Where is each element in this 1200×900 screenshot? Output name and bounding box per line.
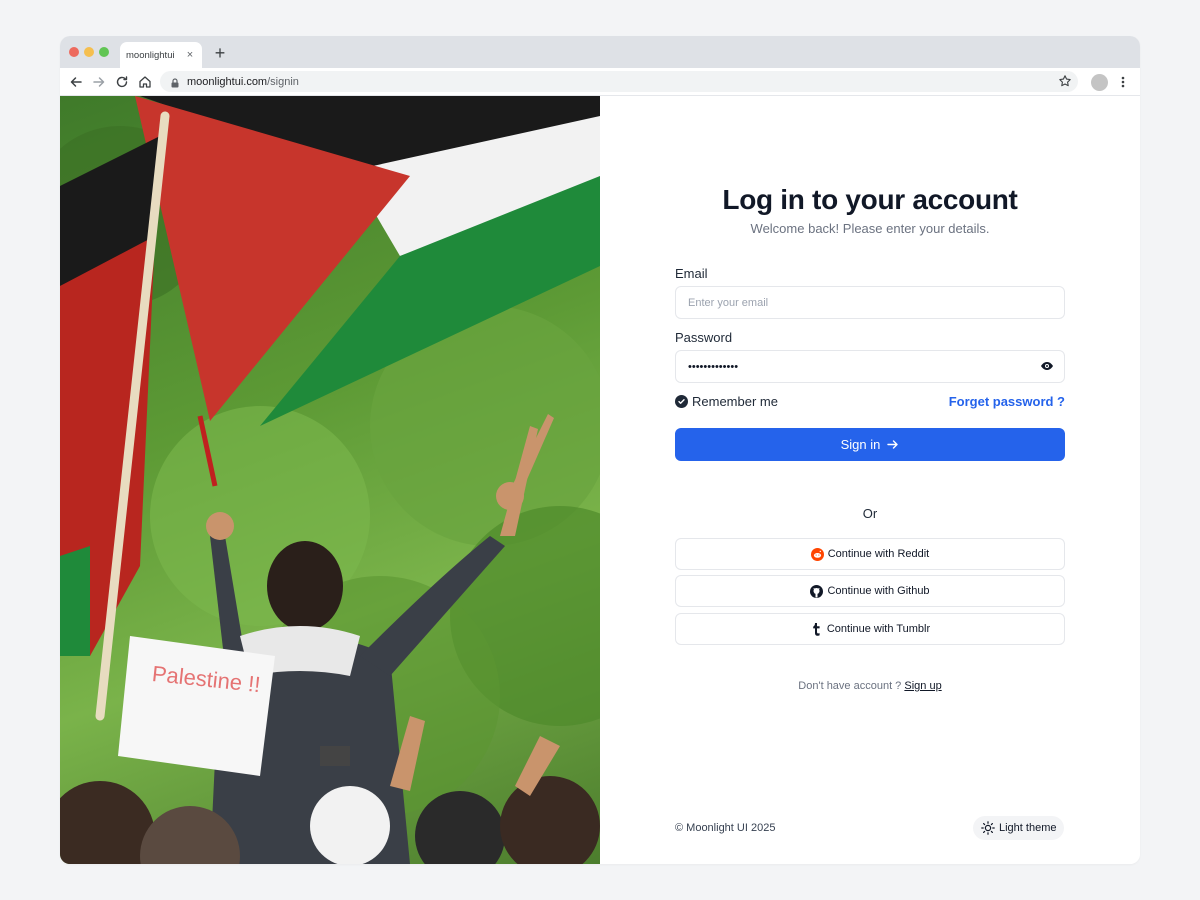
tumblr-button-label: Continue with Tumblr <box>826 623 931 635</box>
copyright-text: © Moonlight UI 2025 <box>675 822 776 834</box>
password-input[interactable] <box>675 350 1065 383</box>
profile-avatar[interactable] <box>1091 74 1108 91</box>
reload-icon[interactable] <box>114 74 130 90</box>
email-label: Email <box>675 266 708 281</box>
url-text: moonlightui.com/signin <box>187 75 299 88</box>
signup-link[interactable]: Sign up <box>904 680 941 692</box>
page-subtitle: Welcome back! Please enter your details. <box>750 221 990 236</box>
home-icon[interactable] <box>137 74 153 90</box>
page-content: Palestine !! Log in to your account Welc… <box>60 96 1140 864</box>
remember-me-label: Remember me <box>692 394 778 409</box>
tumblr-button[interactable]: Continue with Tumblr <box>675 613 1065 645</box>
signin-button[interactable]: Sign in <box>675 428 1065 461</box>
reddit-button[interactable]: Continue with Reddit <box>675 538 1065 570</box>
new-tab-button[interactable]: + <box>210 43 230 63</box>
theme-toggle-label: Light theme <box>999 822 1057 834</box>
browser-window: moonlightui × + moonlightui.com/signin P… <box>60 36 1140 864</box>
signin-button-label: Sign in <box>840 437 881 452</box>
remember-me-checkbox[interactable]: Remember me <box>675 394 778 409</box>
tab-bar: moonlightui × + <box>60 36 1140 68</box>
sun-icon <box>981 821 995 835</box>
window-maximize-button[interactable] <box>99 47 109 57</box>
page-title: Log in to your account <box>722 184 1018 215</box>
no-account-text: Don't have account ? <box>798 680 902 692</box>
browser-tab[interactable]: moonlightui × <box>120 42 202 68</box>
window-close-button[interactable] <box>69 47 79 57</box>
tab-title: moonlightui <box>126 49 175 61</box>
github-icon <box>810 584 824 598</box>
theme-toggle-button[interactable]: Light theme <box>973 816 1065 840</box>
lock-icon <box>169 76 181 88</box>
forward-icon[interactable] <box>91 74 107 90</box>
forgot-password-link[interactable]: Forget password ? <box>949 394 1065 409</box>
signup-prompt: Don't have account ? Sign up <box>600 680 1140 692</box>
email-input[interactable] <box>675 286 1065 319</box>
protest-illustration: Palestine !! <box>60 96 600 864</box>
reddit-button-label: Continue with Reddit <box>827 548 930 560</box>
reddit-icon <box>810 547 824 561</box>
github-button-label: Continue with Github <box>827 585 930 597</box>
window-minimize-button[interactable] <box>84 47 94 57</box>
browser-menu-icon[interactable] <box>1116 74 1130 90</box>
hero-photo: Palestine !! <box>60 96 600 864</box>
tumblr-icon <box>810 622 823 636</box>
bookmark-star-icon[interactable] <box>1058 74 1072 88</box>
check-icon <box>675 395 688 408</box>
arrow-right-icon <box>887 440 899 449</box>
signin-panel: Log in to your account Welcome back! Ple… <box>600 96 1140 864</box>
back-icon[interactable] <box>68 74 84 90</box>
github-button[interactable]: Continue with Github <box>675 575 1065 607</box>
url-bar[interactable]: moonlightui.com/signin <box>160 71 1078 92</box>
eye-icon[interactable] <box>1040 359 1054 373</box>
address-bar: moonlightui.com/signin <box>60 68 1140 96</box>
tab-close-icon[interactable]: × <box>184 49 196 61</box>
or-divider: Or <box>862 506 878 521</box>
password-label: Password <box>675 330 733 345</box>
